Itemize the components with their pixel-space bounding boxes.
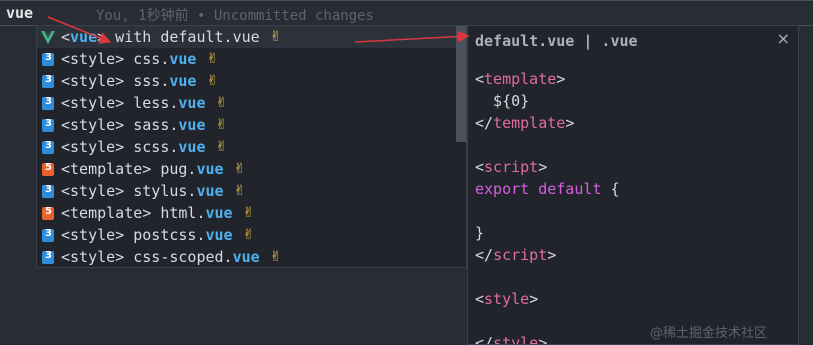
suggestion-list[interactable]: <vue> with default.vue✌<style> css.vue✌<… [36, 25, 467, 268]
css-icon [41, 140, 55, 154]
suggestion-label: <style> css.vue [61, 50, 197, 68]
html-icon [41, 206, 55, 220]
vue-icon [41, 30, 55, 44]
snippet-preview: <template> ${0} </template> <script> expor… [475, 68, 620, 345]
suggestion-item[interactable]: <vue> with default.vue ✌ [37, 26, 466, 48]
css-icon [41, 184, 55, 198]
watermark: @稀土掘金技术社区 [650, 326, 768, 341]
css-icon [41, 228, 55, 242]
suggestion-item[interactable]: <style> scss.vue ✌ [37, 136, 466, 158]
suggestion-item[interactable]: <style> stylus.vue ✌ [37, 180, 466, 202]
victory-hand-icon: ✌ [206, 73, 219, 89]
suggestion-item[interactable]: <style> sass.vue ✌ [37, 114, 466, 136]
code-line: export default { [475, 180, 620, 198]
suggestion-item[interactable]: <template> pug.vue ✌ [37, 158, 466, 180]
suggestion-label: <style> sss.vue [61, 72, 197, 90]
suggestion-item[interactable]: <style> postcss.vue ✌ [37, 224, 466, 246]
typed-text[interactable]: vue [6, 4, 33, 22]
code-line: <script> [475, 158, 548, 176]
victory-hand-icon: ✌ [269, 29, 282, 45]
suggestion-label: <style> postcss.vue [61, 226, 233, 244]
victory-hand-icon: ✌ [269, 249, 282, 265]
suggestion-label: <style> sass.vue [61, 116, 206, 134]
code-line: } [475, 224, 485, 242]
css-icon [41, 74, 55, 88]
code-line: </style> [475, 334, 548, 345]
code-line: <template> [475, 70, 566, 88]
suggestion-item[interactable]: <style> sss.vue ✌ [37, 70, 466, 92]
suggestion-label: <style> scss.vue [61, 138, 206, 156]
css-icon [41, 96, 55, 110]
suggestion-item[interactable]: <style> less.vue ✌ [37, 92, 466, 114]
victory-hand-icon: ✌ [233, 183, 246, 199]
suggestion-label: <style> css-scoped.vue [61, 248, 260, 266]
code-line: </template> [475, 114, 575, 132]
details-title: default.vue | .vue [475, 32, 638, 50]
code-line: ${0} [475, 92, 530, 110]
css-icon [41, 250, 55, 264]
close-icon[interactable]: × [777, 29, 790, 48]
suggestion-label: <template> html.vue [61, 204, 233, 222]
victory-hand-icon: ✌ [233, 161, 246, 177]
suggestion-scrollbar[interactable] [456, 26, 466, 142]
css-icon [41, 118, 55, 132]
suggestion-label: <vue> with default.vue [61, 28, 260, 46]
victory-hand-icon: ✌ [206, 51, 219, 67]
suggestion-label: <template> pug.vue [61, 160, 224, 178]
suggestion-item[interactable]: <style> css-scoped.vue ✌ [37, 246, 466, 267]
victory-hand-icon: ✌ [215, 95, 228, 111]
code-line: </script> [475, 246, 557, 264]
css-icon [41, 52, 55, 66]
victory-hand-icon: ✌ [242, 205, 255, 221]
git-blame-annotation: You, 1秒钟前 • Uncommitted changes [96, 8, 375, 24]
suggestion-label: <style> stylus.vue [61, 182, 224, 200]
suggestion-item[interactable]: <template> html.vue ✌ [37, 202, 466, 224]
html-icon [41, 162, 55, 176]
suggestion-details-panel: default.vue | .vue × <template> ${0} </te… [467, 25, 799, 345]
editor-current-line[interactable]: vue You, 1秒钟前 • Uncommitted changes [0, 0, 813, 26]
suggestion-item[interactable]: <style> css.vue ✌ [37, 48, 466, 70]
victory-hand-icon: ✌ [242, 227, 255, 243]
suggestion-label: <style> less.vue [61, 94, 206, 112]
code-line: <style> [475, 290, 539, 308]
victory-hand-icon: ✌ [215, 139, 228, 155]
victory-hand-icon: ✌ [215, 117, 228, 133]
